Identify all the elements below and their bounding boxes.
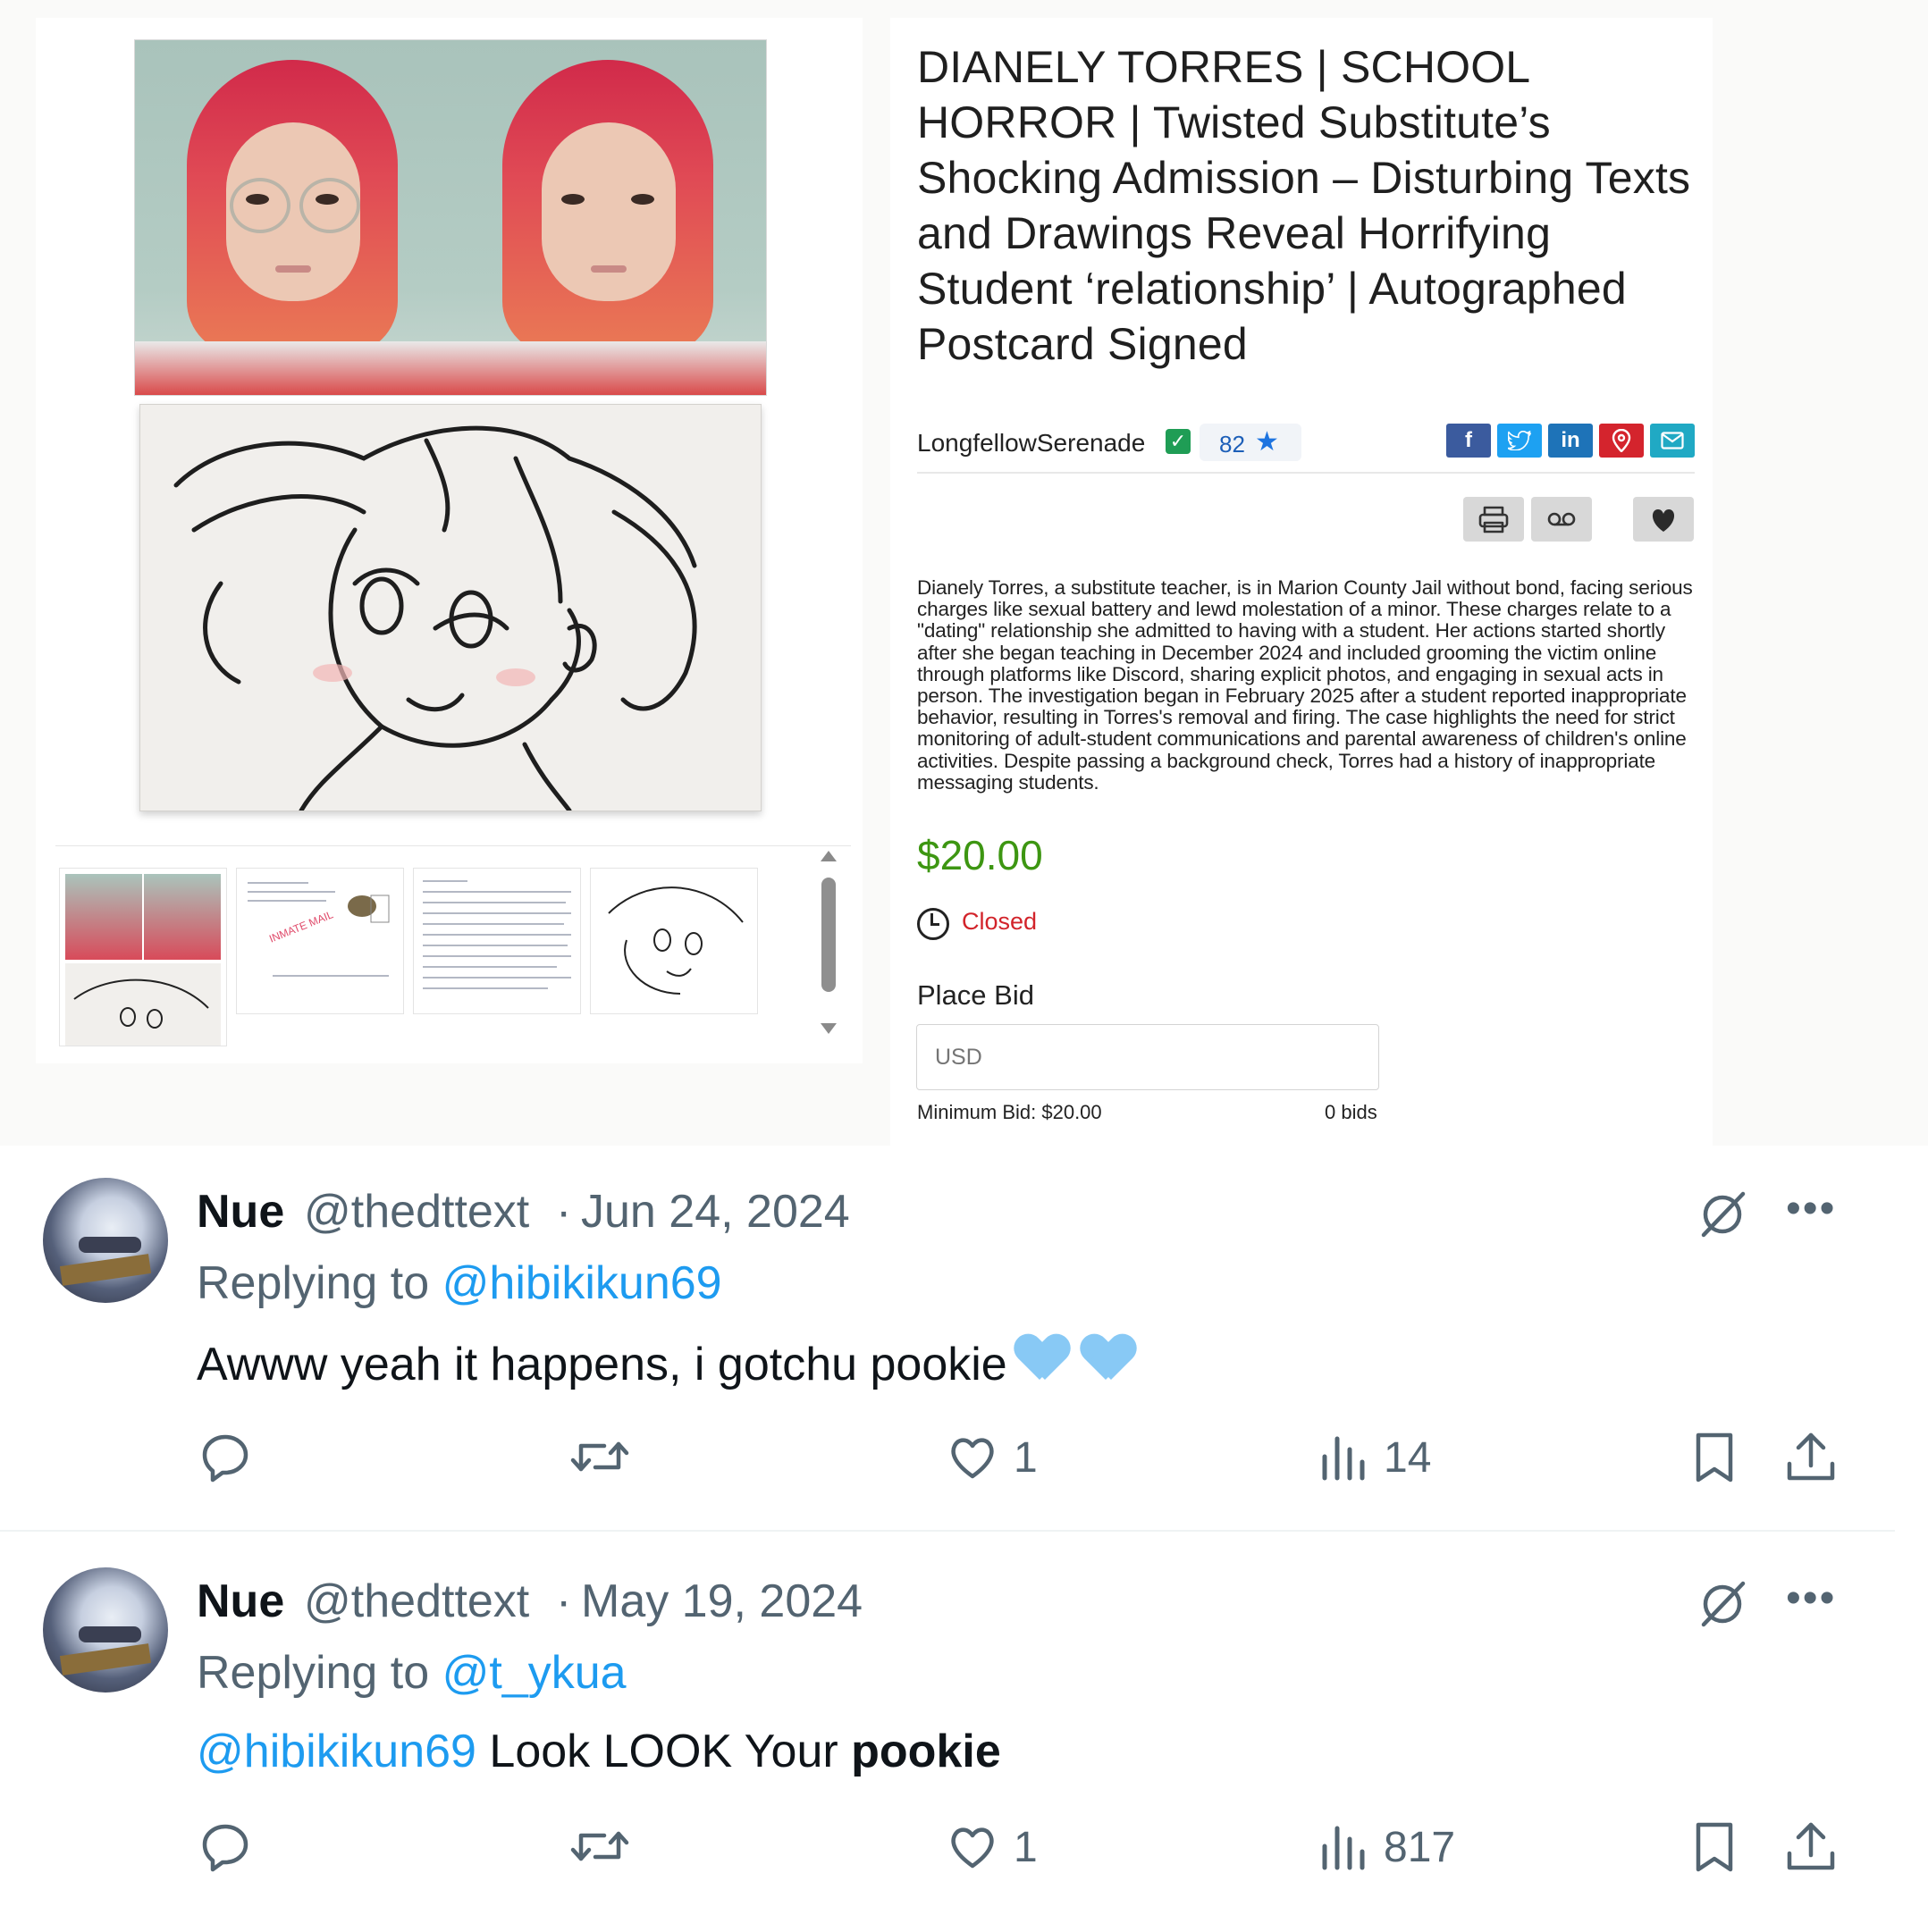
scrollbar-thumb[interactable] [821,878,836,992]
seller-name[interactable]: LongfellowSerenade [917,429,1145,458]
watchlist-button[interactable] [1633,497,1694,542]
author-handle[interactable]: @thedttext [304,1185,529,1239]
bid-count: 0 bids [1325,1101,1377,1123]
mail-icon[interactable] [1650,424,1695,458]
tweet[interactable]: Nue @thedttext · Jun 24, 2024 Replying t… [0,1146,1895,1532]
replying-prefix: Replying to [197,1257,430,1309]
author-handle[interactable]: @thedttext [304,1575,529,1628]
tweet-text: @hibikikun69 Look LOOK Your pookie [197,1725,1001,1778]
views-icon[interactable] [1319,1430,1368,1483]
blue-heart-emoji-icon [1016,1335,1068,1385]
minimum-bid-text: Minimum Bid: $20.00 [917,1101,1102,1123]
tweet[interactable]: Nue @thedttext · May 19, 2024 Replying t… [0,1535,1895,1919]
anime-girl-sketch [173,425,697,811]
view-count: 817 [1384,1824,1456,1871]
author-name[interactable]: Nue [197,1575,284,1628]
thumbnail-2[interactable]: INMATE MAIL [236,868,404,1014]
place-bid-label: Place Bid [917,979,1034,1011]
seller-rating[interactable]: 82 ★ [1200,424,1301,461]
print-button[interactable] [1463,497,1524,542]
pinterest-icon[interactable] [1599,424,1644,458]
avatar[interactable] [43,1567,168,1693]
tweet-mention-link[interactable]: @hibikikun69 [197,1726,476,1777]
heart-icon [1652,509,1675,532]
thumbnail-3[interactable] [413,868,581,1014]
share-icon[interactable] [1784,1819,1838,1873]
like-icon[interactable] [946,1819,999,1873]
thumbnail-1[interactable] [59,868,227,1046]
separator-dot: · [556,1186,572,1238]
retweet-icon[interactable] [568,1430,631,1483]
view-count: 14 [1384,1434,1432,1482]
tweet-text: Awww yeah it happens, i gotchu pookie [197,1335,1134,1391]
share-icon[interactable] [1784,1430,1838,1483]
bookmark-icon[interactable] [1691,1430,1738,1483]
tweet-text-content: Awww yeah it happens, i gotchu pookie [197,1339,1007,1390]
more-options-icon[interactable]: ••• [1786,1577,1836,1620]
price: $20.00 [917,832,1043,878]
replying-to: Replying to @hibikikun69 [197,1256,722,1310]
tweet-date[interactable]: May 19, 2024 [581,1575,863,1628]
printer-icon [1478,506,1509,533]
linkedin-icon[interactable]: in [1548,424,1593,458]
author-name[interactable]: Nue [197,1185,284,1239]
voicemail-button[interactable] [1531,497,1592,542]
grok-icon[interactable] [1698,1189,1748,1239]
listing-title: DIANELY TORRES | SCHOOL HORROR | Twisted… [917,42,1691,369]
twitter-icon[interactable] [1497,424,1542,458]
grok-icon[interactable] [1698,1578,1748,1628]
bid-amount-input[interactable] [916,1024,1379,1090]
main-photo-mugshots[interactable] [134,39,767,396]
retweet-icon[interactable] [568,1819,631,1873]
main-photo-sketch[interactable] [139,404,762,811]
tweet-text-content: Look LOOK Your [489,1726,838,1777]
reply-icon[interactable] [198,1430,252,1483]
replying-prefix: Replying to [197,1647,430,1699]
mugshot-with-glasses [135,40,450,395]
more-options-icon[interactable]: ••• [1786,1188,1836,1231]
voicemail-icon [1547,512,1576,526]
listing-description: Dianely Torres, a substitute teacher, is… [917,576,1693,794]
verified-check-icon: ✓ [1166,429,1191,454]
replying-to: Replying to @t_ykua [197,1646,627,1700]
blue-heart-emoji-icon [1082,1335,1134,1385]
reply-mention-link[interactable]: @t_ykua [442,1647,627,1699]
scroll-down-arrow-icon[interactable] [821,1023,837,1034]
thumbnail-4[interactable] [590,868,758,1014]
views-icon[interactable] [1319,1819,1368,1873]
reply-mention-link[interactable]: @hibikikun69 [442,1257,722,1309]
star-icon: ★ [1255,427,1279,457]
scroll-up-arrow-icon[interactable] [821,851,837,861]
seller-row: LongfellowSerenade ✓ 82 ★ f in [917,424,1695,474]
rating-value: 82 [1219,431,1245,458]
tweet-date[interactable]: Jun 24, 2024 [581,1185,850,1239]
like-count: 1 [1014,1434,1038,1482]
like-icon[interactable] [946,1430,999,1483]
facebook-icon[interactable]: f [1446,424,1491,458]
bookmark-icon[interactable] [1691,1819,1738,1873]
thumbnail-strip: INMATE MAIL [55,845,851,1046]
tweet-text-bold: pookie [851,1726,1001,1777]
reply-icon[interactable] [198,1819,252,1873]
auction-status: Closed [962,908,1038,935]
like-count: 1 [1014,1824,1038,1871]
avatar[interactable] [43,1178,168,1303]
auction-listing: INMATE MAIL DIANELY TORRES | SCHOOL HORR… [0,0,1928,1146]
mugshot-without-glasses [450,40,766,395]
separator-dot: · [556,1575,572,1627]
